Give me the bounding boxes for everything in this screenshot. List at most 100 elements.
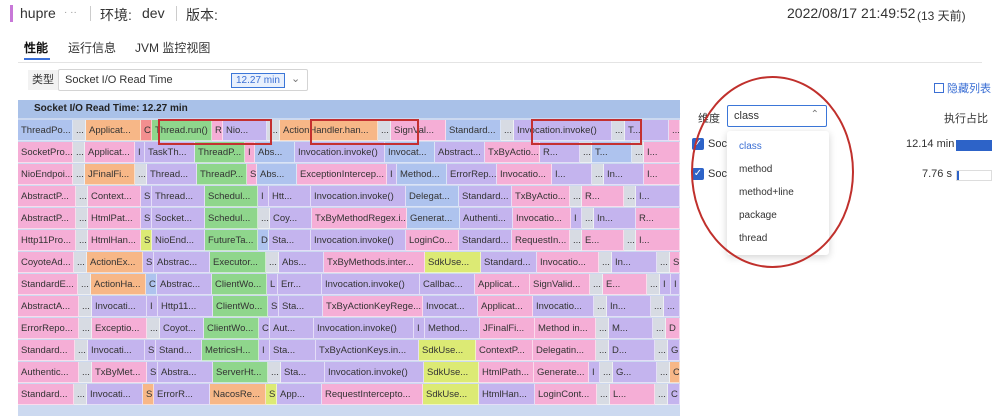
- flame-frame[interactable]: TxByMethodRegex.i...: [312, 208, 407, 229]
- flame-frame[interactable]: Invocation.invoke(): [295, 142, 385, 163]
- flame-frame[interactable]: I: [671, 274, 680, 295]
- flame-frame[interactable]: R...: [636, 208, 680, 229]
- flame-frame[interactable]: Context...: [88, 186, 141, 207]
- flame-frame[interactable]: Standard...: [459, 186, 512, 207]
- flame-frame[interactable]: Invocati...: [92, 296, 147, 317]
- flame-frame[interactable]: Invocati...: [88, 340, 145, 361]
- flame-frame[interactable]: I: [135, 142, 145, 163]
- flame-frame[interactable]: I...: [636, 230, 680, 251]
- flame-frame[interactable]: MetricsH...: [202, 340, 259, 361]
- flame-frame[interactable]: ActionEx...: [87, 252, 143, 273]
- flame-frame[interactable]: ...: [570, 230, 582, 251]
- flame-frame[interactable]: S: [141, 208, 152, 229]
- flame-frame[interactable]: Standard...: [459, 230, 512, 251]
- flame-frame[interactable]: ThreadPo...: [18, 120, 73, 141]
- flame-frame[interactable]: ...: [651, 296, 664, 317]
- flame-frame[interactable]: LoginCo...: [406, 230, 459, 251]
- flame-frame[interactable]: Socket...: [152, 208, 205, 229]
- flame-frame[interactable]: Invocation.invoke(): [322, 274, 420, 295]
- flame-frame[interactable]: Invocatio...: [533, 296, 594, 317]
- flame-frame[interactable]: Sta...: [279, 296, 323, 317]
- flame-frame[interactable]: ...: [79, 296, 92, 317]
- flame-frame[interactable]: JFinalFi...: [480, 318, 535, 339]
- flame-frame[interactable]: ...: [596, 318, 609, 339]
- flame-frame[interactable]: ...: [75, 340, 88, 361]
- flame-frame[interactable]: HtmlHan...: [88, 230, 141, 251]
- flame-frame[interactable]: Invocatio...: [513, 208, 571, 229]
- flame-frame[interactable]: LoginCont...: [535, 384, 597, 405]
- flame-frame[interactable]: Coy...: [270, 208, 312, 229]
- flame-frame[interactable]: ...: [596, 340, 609, 361]
- flame-frame[interactable]: I: [660, 274, 671, 295]
- flame-frame[interactable]: Http11Pro...: [18, 230, 76, 251]
- flame-frame[interactable]: Generate...: [534, 362, 589, 383]
- flame-frame[interactable]: ...: [147, 318, 160, 339]
- flame-frame[interactable]: ThreadP...: [195, 142, 245, 163]
- flame-frame[interactable]: TxByMethods.inter...: [324, 252, 425, 273]
- flame-frame[interactable]: I...: [644, 164, 680, 185]
- flame-frame[interactable]: T...: [592, 142, 632, 163]
- flame-frame[interactable]: E...: [603, 274, 647, 295]
- flame-frame[interactable]: T...: [625, 120, 669, 141]
- flame-frame[interactable]: I: [147, 296, 158, 317]
- flame-frame[interactable]: ...: [73, 142, 85, 163]
- flame-frame[interactable]: Nio...: [223, 120, 267, 141]
- flame-frame[interactable]: Invocation.invoke(): [514, 120, 612, 141]
- flame-frame[interactable]: Invocatio...: [537, 252, 599, 273]
- flame-frame[interactable]: S: [143, 384, 154, 405]
- flame-frame[interactable]: In...: [604, 164, 644, 185]
- flame-frame[interactable]: R: [212, 120, 223, 141]
- flame-frame[interactable]: AbstractA...: [18, 296, 79, 317]
- flame-frame[interactable]: Authentic...: [18, 362, 79, 383]
- flame-frame[interactable]: NioEnd...: [152, 230, 205, 251]
- flame-frame[interactable]: SdkUse...: [424, 362, 479, 383]
- flame-frame[interactable]: Delegatin...: [533, 340, 596, 361]
- flame-frame[interactable]: ErrorRep...: [447, 164, 497, 185]
- flame-frame[interactable]: ...: [74, 384, 87, 405]
- flame-frame[interactable]: Abstrac...: [157, 274, 212, 295]
- flame-frame[interactable]: S: [670, 252, 680, 273]
- flame-frame[interactable]: ClientWo...: [204, 318, 259, 339]
- flame-frame[interactable]: Applicat...: [85, 142, 135, 163]
- flame-frame[interactable]: ...: [590, 274, 603, 295]
- flame-frame[interactable]: ...: [655, 384, 668, 405]
- flame-frame[interactable]: NacosRe...: [210, 384, 266, 405]
- flame-frame[interactable]: Abs...: [279, 252, 324, 273]
- flame-frame[interactable]: CoyoteAd...: [18, 252, 74, 273]
- dimension-select[interactable]: class ⌃: [727, 105, 827, 127]
- tab-performance[interactable]: 性能: [24, 39, 48, 56]
- flame-frame[interactable]: In...: [594, 208, 636, 229]
- dimension-option-method-line[interactable]: method+line: [739, 187, 794, 198]
- flame-frame[interactable]: I: [258, 186, 269, 207]
- flame-frame[interactable]: ...: [624, 230, 636, 251]
- flame-frame[interactable]: S: [141, 186, 152, 207]
- flame-frame[interactable]: Abs...: [255, 142, 295, 163]
- flame-frame[interactable]: ...: [78, 274, 91, 295]
- flame-frame[interactable]: Schedul...: [205, 186, 258, 207]
- flame-frame[interactable]: Abs...: [257, 164, 297, 185]
- flame-frame[interactable]: Invocat...: [385, 142, 435, 163]
- flame-frame[interactable]: SocketPro...: [18, 142, 73, 163]
- flame-frame[interactable]: SignVal...: [391, 120, 446, 141]
- flame-frame[interactable]: TaskTh...: [145, 142, 195, 163]
- hide-list-button[interactable]: 隐藏列表: [934, 80, 991, 96]
- flame-frame[interactable]: S: [266, 384, 277, 405]
- flame-frame[interactable]: ...: [664, 296, 680, 317]
- flame-frame[interactable]: I: [259, 340, 270, 361]
- flame-frame[interactable]: ...: [76, 230, 88, 251]
- dimension-option-thread[interactable]: thread: [739, 233, 767, 244]
- flame-frame[interactable]: ...: [258, 208, 270, 229]
- flame-frame[interactable]: Schedul...: [205, 208, 258, 229]
- flame-frame[interactable]: Coyot...: [160, 318, 204, 339]
- flame-frame[interactable]: RequestIntercepto...: [322, 384, 423, 405]
- flame-frame[interactable]: I: [387, 164, 397, 185]
- flame-frame[interactable]: ...: [73, 164, 85, 185]
- flame-frame[interactable]: M...: [609, 318, 653, 339]
- flame-frame[interactable]: Authenti...: [460, 208, 513, 229]
- flame-frame[interactable]: I...: [552, 164, 592, 185]
- flame-frame[interactable]: S: [147, 362, 158, 383]
- flame-frame[interactable]: ...: [378, 120, 391, 141]
- flame-frame[interactable]: ...: [582, 208, 594, 229]
- flame-frame[interactable]: App...: [277, 384, 322, 405]
- flame-frame[interactable]: ...: [73, 120, 86, 141]
